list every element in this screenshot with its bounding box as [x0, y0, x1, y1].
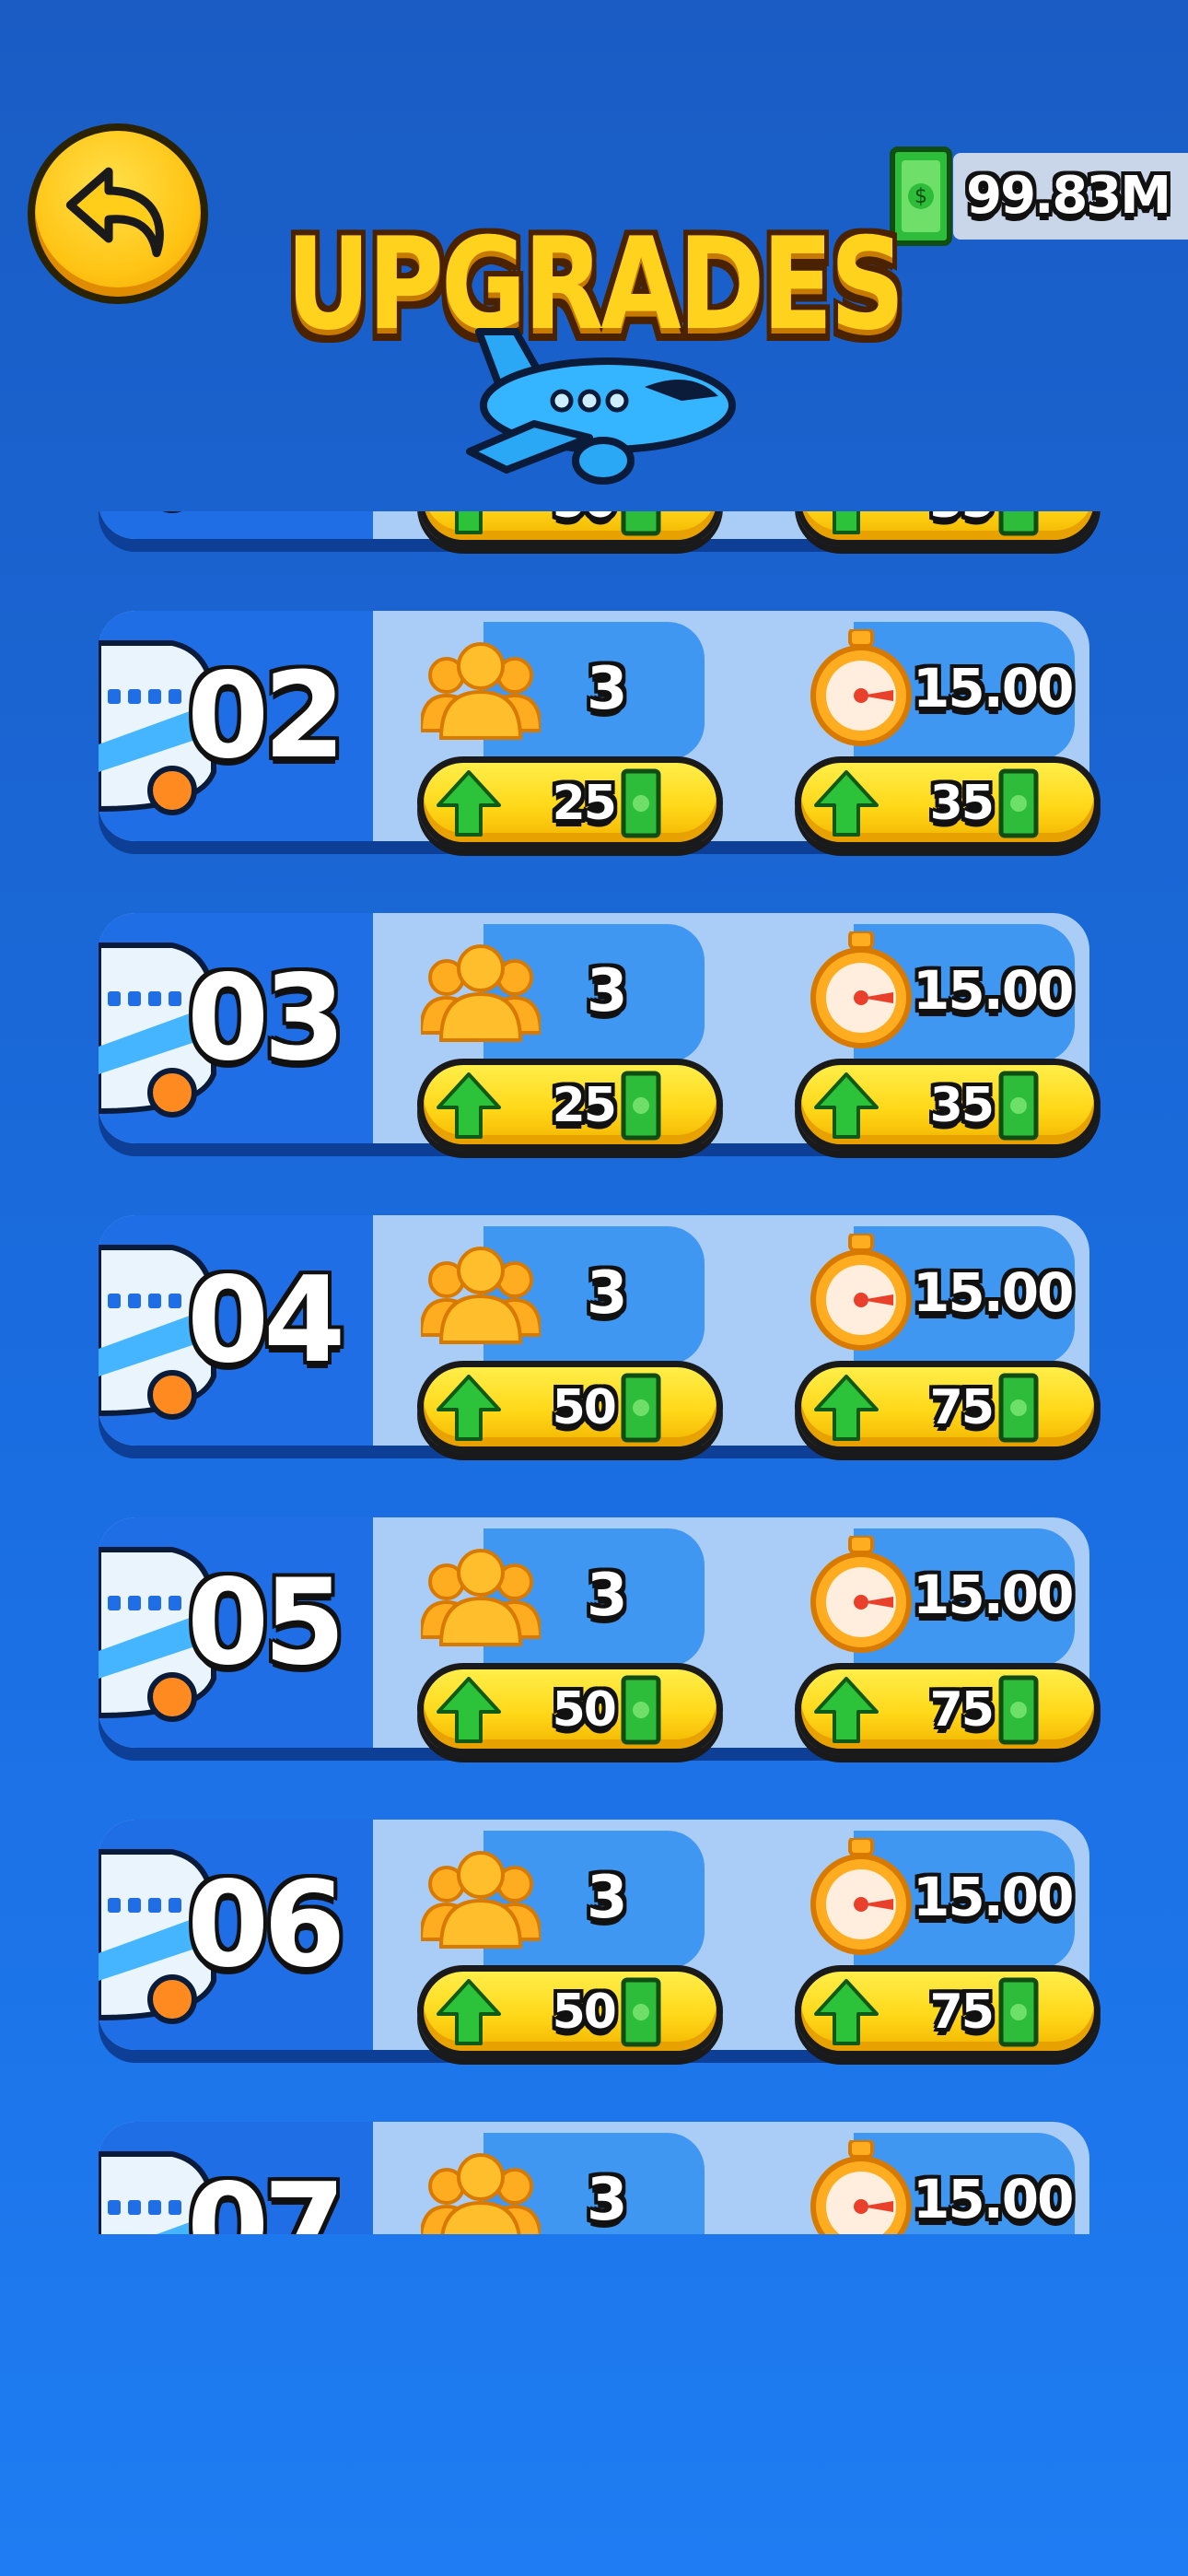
time-value: 15.00 — [913, 657, 1074, 720]
capacity-value: 3 — [587, 1562, 628, 1630]
stopwatch-icon — [810, 629, 912, 746]
up-arrow-icon — [437, 1375, 501, 1441]
up-arrow-icon — [814, 1677, 879, 1743]
passengers-icon — [421, 642, 541, 740]
upgrade-speed-button[interactable]: 75 — [795, 1361, 1101, 1453]
up-arrow-icon — [814, 1072, 879, 1139]
speed-price: 75 — [929, 1682, 995, 1738]
row-number: 03 — [187, 950, 345, 1087]
up-arrow-icon — [833, 511, 860, 534]
up-arrow-icon — [814, 770, 879, 837]
capacity-price: 50 — [552, 1380, 617, 1435]
row-number: 06 — [187, 1856, 345, 1994]
svg-text:$: $ — [914, 185, 927, 208]
capacity-price: 25 — [552, 1078, 617, 1133]
jet-icon — [162, 511, 182, 513]
row-number: 02 — [187, 648, 345, 785]
passengers-icon — [421, 1247, 541, 1344]
upgrade-capacity-button[interactable]: 25 — [417, 756, 723, 849]
capacity-value: 3 — [587, 2166, 628, 2234]
cash-icon — [998, 1675, 1039, 1745]
capacity-price: 50 — [552, 1682, 617, 1738]
speed-price: 35 — [929, 1078, 995, 1133]
upgrade-row: 02 3 15.00 25 35 — [99, 611, 1101, 915]
passengers-icon — [421, 1549, 541, 1646]
passengers-icon — [421, 944, 541, 1042]
capacity-price: 50 — [552, 1985, 617, 2040]
upgrade-row: 06 3 15.00 50 75 — [99, 1820, 1101, 2124]
upgrade-capacity-button[interactable]: 25 — [417, 1059, 723, 1151]
up-arrow-icon — [437, 1979, 501, 2045]
cash-icon — [621, 768, 661, 838]
cash-icon — [998, 768, 1039, 838]
speed-price: 35 — [930, 511, 995, 529]
capacity-value: 3 — [587, 957, 628, 1025]
time-value: 15.00 — [913, 959, 1074, 1022]
up-arrow-icon — [437, 770, 501, 837]
time-value: 15.00 — [913, 1261, 1074, 1324]
speed-price: 75 — [929, 1380, 995, 1435]
speed-price: 35 — [929, 776, 995, 831]
cash-icon — [998, 1977, 1039, 2047]
upgrade-speed-button[interactable]: 75 — [795, 1663, 1101, 1755]
cash-icon — [998, 1071, 1039, 1141]
cash-icon — [621, 1071, 661, 1141]
row-number: 07 — [187, 2159, 345, 2234]
cash-icon — [998, 511, 1039, 536]
cash-icon — [621, 1977, 661, 2047]
stopwatch-icon — [810, 1838, 912, 1955]
upgrade-capacity-button[interactable]: 50 — [417, 511, 723, 546]
airplane-icon — [466, 328, 736, 485]
cash-icon — [998, 1373, 1039, 1443]
upgrade-row: 05 3 15.00 50 75 — [99, 1517, 1101, 1821]
capacity-price: 50 — [553, 511, 617, 529]
time-value: 15.00 — [913, 2168, 1074, 2231]
up-arrow-icon — [814, 1375, 879, 1441]
upgrade-speed-button[interactable]: 35 — [795, 756, 1101, 849]
speed-price: 75 — [929, 1985, 995, 2040]
stopwatch-icon — [810, 2140, 912, 2234]
cash-icon — [621, 1675, 661, 1745]
time-value: 15.00 — [913, 1563, 1074, 1626]
upgrade-row: 03 3 15.00 25 35 — [99, 913, 1101, 1217]
cash-icon — [621, 511, 661, 536]
row-number: 04 — [187, 1252, 345, 1389]
up-arrow-icon — [437, 1677, 501, 1743]
upgrade-capacity-button[interactable]: 50 — [417, 1965, 723, 2057]
passengers-icon — [421, 1851, 541, 1949]
row-number: 05 — [187, 1554, 345, 1692]
upgrade-row: 04 3 15.00 50 75 — [99, 1215, 1101, 1519]
upgrade-speed-button[interactable]: 35 — [795, 1059, 1101, 1151]
upgrade-list[interactable]: 01 3 15.00 50 — [0, 511, 1188, 2234]
up-arrow-icon — [814, 1979, 879, 2045]
upgrade-row: 07 3 15.00 — [99, 2122, 1093, 2234]
upgrade-speed-button[interactable]: 75 — [795, 1965, 1101, 2057]
stopwatch-icon — [810, 1234, 912, 1351]
up-arrow-icon — [455, 511, 483, 534]
stopwatch-icon — [810, 1536, 912, 1653]
upgrade-capacity-button[interactable]: 50 — [417, 1361, 723, 1453]
up-arrow-icon — [437, 1072, 501, 1139]
upgrade-row: 01 3 15.00 50 — [99, 511, 1101, 613]
capacity-price: 25 — [552, 776, 617, 831]
capacity-value: 3 — [587, 1864, 628, 1932]
upgrade-speed-button[interactable]: 35 — [795, 511, 1101, 546]
upgrade-capacity-button[interactable]: 50 — [417, 1663, 723, 1755]
time-value: 15.00 — [913, 1866, 1074, 1928]
cash-icon — [621, 1373, 661, 1443]
passengers-icon — [421, 2153, 541, 2234]
capacity-value: 3 — [587, 1259, 628, 1328]
stopwatch-icon — [810, 931, 912, 1048]
capacity-value: 3 — [587, 655, 628, 723]
